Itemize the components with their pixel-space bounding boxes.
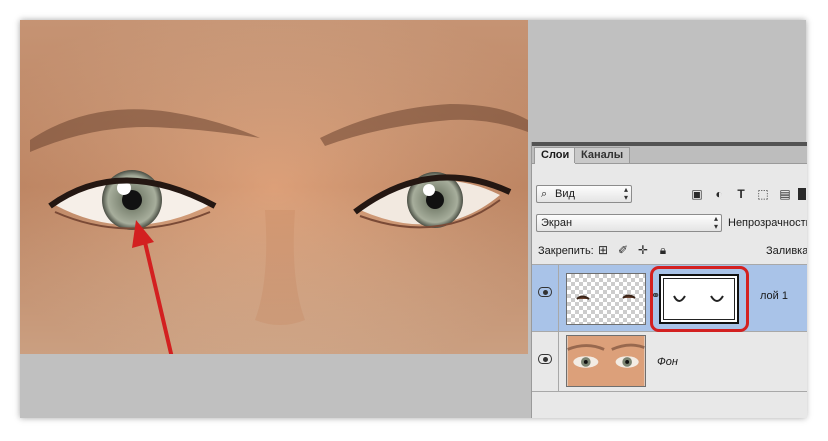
tab-layers[interactable]: Слои: [534, 147, 577, 164]
layer-filter-select[interactable]: ⌕ Вид ▴ ▾: [536, 185, 632, 203]
eye-strokes-preview: [576, 294, 636, 300]
blend-mode-value: Экран: [541, 217, 573, 229]
layer-thumbnail[interactable]: [566, 273, 646, 325]
eye-icon: [538, 287, 552, 297]
eye-icon: [538, 354, 552, 364]
blend-mode-select[interactable]: Экран ▴ ▾: [536, 214, 722, 232]
layer-name[interactable]: Фон: [657, 356, 678, 368]
mask-highlight-annotation: [650, 266, 749, 332]
layer-row-layer1[interactable]: ⚭ лой 1: [532, 264, 807, 332]
visibility-toggle[interactable]: [532, 265, 559, 331]
layer-name[interactable]: лой 1: [760, 290, 788, 302]
lock-move-icon[interactable]: ✛: [636, 243, 650, 257]
panel-empty-area: [532, 392, 807, 418]
tab-channels[interactable]: Каналы: [574, 147, 631, 163]
lock-transparent-icon[interactable]: ⊞: [596, 243, 610, 257]
search-icon: ⌕: [541, 188, 548, 200]
layers-panel: Слои Каналы ⌕ Вид ▴ ▾ ▣ ◐ T ⬚ ▤ Экран ▴ ▾ …: [531, 142, 807, 418]
chevron-updown-icon: ▴ ▾: [623, 185, 628, 202]
panel-tab-bar: Слои Каналы: [532, 146, 807, 164]
smart-object-filter-icon[interactable]: ▤: [778, 187, 792, 201]
lock-all-icon[interactable]: 🔒︎: [656, 243, 670, 257]
canvas-background: [528, 20, 806, 142]
shape-filter-icon[interactable]: ⬚: [756, 187, 770, 201]
visibility-toggle[interactable]: [532, 332, 559, 391]
opacity-label: Непрозрачность: [728, 217, 807, 229]
filter-toggle-icon[interactable]: [798, 188, 806, 200]
lock-paint-icon[interactable]: ✐: [616, 243, 630, 257]
layer-filter-value: Вид: [555, 188, 575, 200]
image-filter-icon[interactable]: ▣: [690, 187, 704, 201]
type-filter-icon[interactable]: T: [734, 187, 748, 201]
chevron-updown-icon: ▴ ▾: [713, 214, 718, 231]
document-canvas[interactable]: [20, 20, 528, 354]
adjustment-filter-icon[interactable]: ◐: [712, 187, 726, 201]
layer-row-background[interactable]: Фон: [532, 332, 807, 392]
photoshop-window: Слои Каналы ⌕ Вид ▴ ▾ ▣ ◐ T ⬚ ▤ Экран ▴ ▾ …: [20, 20, 807, 418]
layer-thumbnail[interactable]: [566, 335, 646, 387]
fill-label: Заливка: [766, 245, 807, 257]
lock-label: Закрепить:: [538, 245, 594, 257]
